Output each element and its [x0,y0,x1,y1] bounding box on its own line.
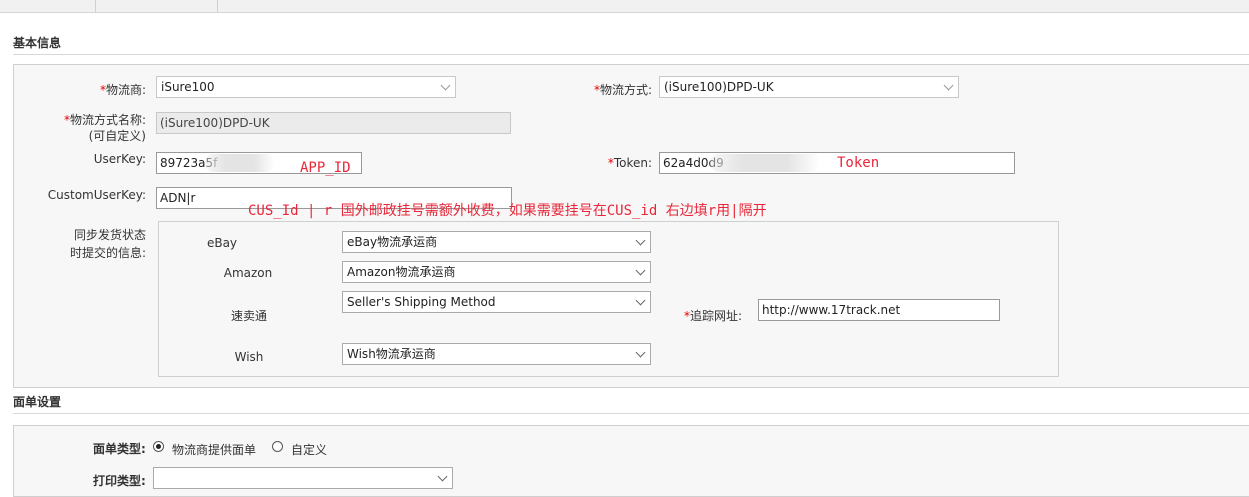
tab[interactable] [0,0,96,12]
chevron-down-icon [635,347,646,358]
section-title-print-settings: 面单设置 [13,395,62,409]
chevron-down-icon [437,471,448,482]
aliexpress-carrier-select[interactable]: Seller's Shipping Method [342,291,651,313]
radio-custom-label-text: 自定义 [291,443,328,457]
annotation-app-id: APP_ID [300,160,351,176]
carrier-select[interactable]: iSure100 [156,76,456,98]
platform-label-amazon: Amazon [223,266,273,280]
section-divider [13,413,1249,414]
chevron-down-icon [635,235,646,246]
radio-custom-label[interactable] [272,441,283,452]
carrier-label: *物流商: [99,83,146,97]
customuserkey-label: CustomUserKey: [47,188,146,202]
section-title-basic-info: 基本信息 [13,36,62,50]
platform-label-ebay: eBay [206,236,238,250]
sync-info-label: 同步发货状态 时提交的信息: [69,228,146,260]
ebay-carrier-select[interactable]: eBay物流承运商 [342,231,651,253]
annotation-cus-id: CUS_Id | r 国外邮政挂号需额外收费，如果需要挂号在CUS_id 右边填… [248,203,767,219]
platform-label-aliexpress: 速卖通 [230,309,267,323]
method-select-value: (iSure100)DPD-UK [664,80,774,94]
radio-carrier-label[interactable] [153,441,164,452]
chevron-down-icon [440,80,451,91]
method-name-input[interactable]: (iSure100)DPD-UK [156,112,511,134]
method-select[interactable]: (iSure100)DPD-UK [659,76,959,98]
token-label: *Token: [607,156,652,170]
tab[interactable] [95,0,218,12]
section-divider [13,54,1249,55]
print-type-label: 打印类型: [93,474,146,488]
tracking-url-label: *追踪网址: [683,309,742,323]
method-label: *物流方式: [593,83,652,97]
carrier-select-value: iSure100 [161,80,215,94]
annotation-token: Token [837,155,880,171]
chevron-down-icon [943,80,954,91]
radio-carrier-label-text: 物流商提供面单 [172,443,257,457]
userkey-label: UserKey: [93,152,146,166]
redaction-blur [205,154,275,172]
platform-label-wish: Wish [234,350,264,364]
chevron-down-icon [635,295,646,306]
wish-carrier-select[interactable]: Wish物流承运商 [342,343,651,365]
label-type-label: 面单类型: [93,442,146,456]
tracking-url-input[interactable]: http://www.17track.net [758,299,1000,321]
amazon-carrier-select[interactable]: Amazon物流承运商 [342,261,651,283]
top-tab-strip [0,0,1249,13]
method-name-label: *物流方式名称: (可自定义) [63,113,146,143]
redaction-blur [710,154,820,172]
chevron-down-icon [635,265,646,276]
print-type-select[interactable] [153,467,453,489]
